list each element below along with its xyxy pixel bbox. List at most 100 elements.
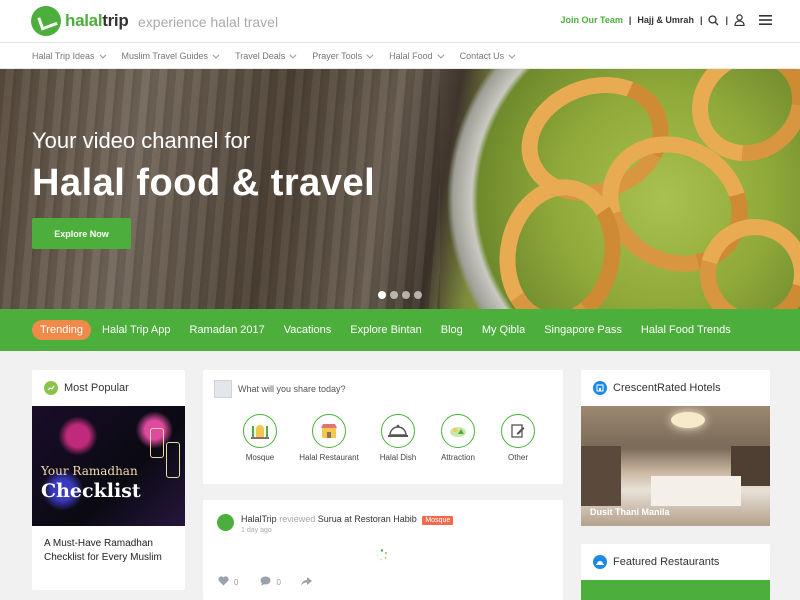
chandelier-shape xyxy=(671,412,705,428)
divider: | xyxy=(725,15,728,25)
card-title: CrescentRated Hotels xyxy=(613,382,721,394)
main-menu-bar: Halal Trip Ideas Muslim Travel Guides Tr… xyxy=(0,43,800,69)
feed-target[interactable]: Surua at Restoran Habib xyxy=(318,514,417,524)
loading-spinner-icon xyxy=(376,548,388,566)
restaurant-icon xyxy=(312,414,346,448)
featured-restaurants-card: Featured Restaurants xyxy=(581,544,770,600)
explore-now-button[interactable]: Explore Now xyxy=(32,218,131,249)
author-avatar[interactable] xyxy=(217,514,234,531)
author-name[interactable]: HalalTrip xyxy=(241,514,277,524)
menu-muslim-travel-guides[interactable]: Muslim Travel Guides xyxy=(122,51,220,61)
popular-article-title[interactable]: A Must-Have Ramadhan Checklist for Every… xyxy=(44,537,184,565)
category-attraction[interactable]: Attraction xyxy=(429,414,487,462)
menu-label: Halal Trip Ideas xyxy=(32,51,95,61)
hero-banner: Your video channel for Halal food & trav… xyxy=(0,69,800,309)
share-card: What will you share today? Mosque Halal … xyxy=(203,370,563,484)
divider: | xyxy=(628,15,632,25)
tab-trending[interactable]: Trending xyxy=(32,320,92,340)
share-prompt: What will you share today? xyxy=(238,384,346,394)
menu-contact-us[interactable]: Contact Us xyxy=(459,51,516,61)
comment-count: 0 xyxy=(276,577,281,587)
image-caption-1: Your Ramadhan xyxy=(41,464,138,478)
chevron-down-icon xyxy=(212,51,220,59)
image-caption-2: Checklist xyxy=(41,480,141,502)
heart-icon[interactable] xyxy=(218,576,229,588)
popular-article-image[interactable]: Your Ramadhan Checklist xyxy=(32,406,185,526)
popular-icon xyxy=(44,381,58,395)
menu-label: Halal Food xyxy=(389,51,433,61)
menu-prayer-tools[interactable]: Prayer Tools xyxy=(312,51,374,61)
category-mosque[interactable]: Mosque xyxy=(231,414,289,462)
hero-title-line1: Your video channel for xyxy=(32,128,251,153)
share-icon[interactable] xyxy=(300,576,312,588)
category-label: Halal Restaurant xyxy=(299,453,359,462)
tab-ramadan-2017[interactable]: Ramadan 2017 xyxy=(190,324,265,336)
carousel-dots xyxy=(378,291,426,299)
card-header: Most Popular xyxy=(32,370,185,406)
bed-shape xyxy=(651,476,741,506)
feed-card: HalalTrip reviewed Surua at Restoran Hab… xyxy=(203,500,563,600)
user-icon[interactable] xyxy=(734,14,745,26)
menu-label: Contact Us xyxy=(459,51,505,61)
divider: | xyxy=(699,15,703,25)
hajj-umrah-link[interactable]: Hajj & Umrah xyxy=(637,15,694,25)
search-icon[interactable] xyxy=(708,14,719,26)
restaurant-icon xyxy=(593,555,607,569)
hotel-image[interactable]: Dusit Thani Manila xyxy=(581,406,770,526)
top-header: halaltrip experience halal travel Join O… xyxy=(0,0,800,43)
tab-halal-food-trends[interactable]: Halal Food Trends xyxy=(641,324,731,336)
category-label: Attraction xyxy=(441,453,475,462)
category-tab-bar: Trending Halal Trip App Ramadan 2017 Vac… xyxy=(0,309,800,351)
edit-icon xyxy=(501,414,535,448)
carousel-dot[interactable] xyxy=(390,291,398,299)
avatar xyxy=(214,380,232,398)
tab-explore-bintan[interactable]: Explore Bintan xyxy=(350,324,422,336)
feed-header: HalalTrip reviewed Surua at Restoran Hab… xyxy=(203,500,563,534)
attraction-icon xyxy=(441,414,475,448)
lantern-shape xyxy=(166,442,180,478)
card-title: Most Popular xyxy=(64,382,129,394)
carousel-dot[interactable] xyxy=(414,291,422,299)
logo[interactable]: halaltrip xyxy=(31,6,129,36)
logo-text-halal: halal xyxy=(65,11,103,30)
logo-text: halaltrip xyxy=(65,11,129,31)
menu-travel-deals[interactable]: Travel Deals xyxy=(235,51,297,61)
chevron-down-icon xyxy=(508,51,516,59)
comment-icon[interactable] xyxy=(260,576,271,588)
category-other[interactable]: Other xyxy=(489,414,547,462)
join-team-link[interactable]: Join Our Team xyxy=(561,15,623,25)
chevron-down-icon xyxy=(366,51,374,59)
category-label: Halal Dish xyxy=(379,453,417,462)
tab-singapore-pass[interactable]: Singapore Pass xyxy=(544,324,622,336)
hotels-card: CrescentRated Hotels Dusit Thani Manila xyxy=(581,370,770,526)
chevron-down-icon xyxy=(437,51,445,59)
chevron-down-icon xyxy=(289,51,297,59)
tab-blog[interactable]: Blog xyxy=(441,324,463,336)
dish-cloche-icon xyxy=(381,414,415,448)
carousel-dot[interactable] xyxy=(402,291,410,299)
lantern-shape xyxy=(150,428,164,458)
restaurant-image[interactable] xyxy=(581,580,770,600)
carousel-dot[interactable] xyxy=(378,291,386,299)
category-halal-dish[interactable]: Halal Dish xyxy=(369,414,427,462)
card-title: Featured Restaurants xyxy=(613,556,720,568)
menu-halal-trip-ideas[interactable]: Halal Trip Ideas xyxy=(32,51,106,61)
tab-halal-trip-app[interactable]: Halal Trip App xyxy=(102,324,170,336)
top-nav: Join Our Team | Hajj & Umrah | | xyxy=(561,14,772,26)
tab-vacations[interactable]: Vacations xyxy=(284,324,332,336)
menu-halal-food[interactable]: Halal Food xyxy=(389,51,445,61)
menu-label: Travel Deals xyxy=(235,51,286,61)
share-categories: Mosque Halal Restaurant Halal Dish Attra… xyxy=(203,414,563,462)
share-input[interactable]: What will you share today? xyxy=(203,370,563,398)
category-halal-restaurant[interactable]: Halal Restaurant xyxy=(291,414,367,462)
card-header: CrescentRated Hotels xyxy=(581,370,770,406)
mosque-icon xyxy=(243,414,277,448)
hamburger-menu-icon[interactable] xyxy=(759,15,772,25)
feed-action: reviewed xyxy=(279,514,316,524)
status-badge: Mosque xyxy=(422,516,454,525)
logo-text-trip: trip xyxy=(102,11,129,30)
like-count: 0 xyxy=(234,577,239,587)
tab-my-qibla[interactable]: My Qibla xyxy=(482,324,525,336)
card-header: Featured Restaurants xyxy=(581,544,770,580)
menu-label: Prayer Tools xyxy=(312,51,363,61)
